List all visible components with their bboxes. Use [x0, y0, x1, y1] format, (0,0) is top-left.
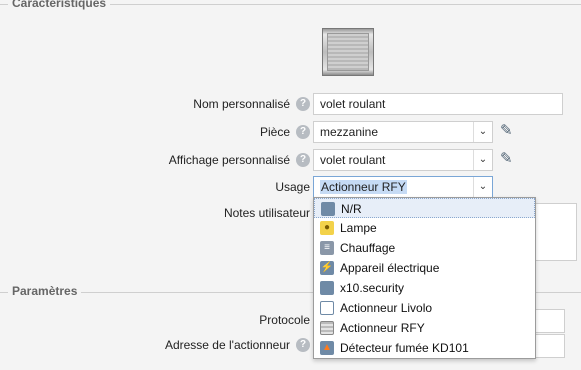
heater-icon: ≡: [320, 241, 334, 255]
chevron-down-icon[interactable]: ⌄: [473, 150, 492, 170]
help-icon[interactable]: ?: [296, 338, 310, 352]
display-select[interactable]: volet roulant ⌄: [313, 149, 493, 171]
help-icon[interactable]: ?: [296, 125, 310, 139]
usage-label: Usage: [275, 180, 310, 194]
usage-select[interactable]: Actionneur RFY ⌄: [313, 176, 493, 198]
protocol-label: Protocole: [259, 313, 310, 327]
room-select[interactable]: mezzanine ⌄: [313, 121, 493, 143]
chevron-down-icon[interactable]: ⌄: [473, 177, 492, 197]
parameters-legend: Paramètres: [8, 284, 82, 298]
fire-icon: ▲: [320, 341, 334, 355]
option-label: Actionneur Livolo: [340, 301, 433, 315]
characteristics-legend: Caractéristiques: [8, 0, 111, 10]
name-label: Nom personnalisé: [193, 97, 290, 111]
characteristics-fieldset: Caractéristiques: [0, 0, 581, 10]
help-icon[interactable]: ?: [296, 153, 310, 167]
notes-label: Notes utilisateur: [223, 206, 310, 220]
edit-pencil-icon[interactable]: ✎: [500, 123, 516, 139]
option-label: Chauffage: [340, 241, 396, 255]
generic-device-icon: [320, 281, 334, 295]
usage-dropdown-list[interactable]: N/R ● Lampe ≡ Chauffage ⚡ Appareil élect…: [313, 197, 536, 359]
option-label: Actionneur RFY: [340, 321, 425, 335]
dropdown-option[interactable]: Actionneur RFY: [314, 318, 535, 338]
option-label: x10.security: [340, 281, 405, 295]
help-icon[interactable]: ?: [296, 97, 310, 111]
edit-pencil-icon[interactable]: ✎: [500, 151, 516, 167]
dropdown-option[interactable]: N/R: [314, 198, 535, 218]
dropdown-option[interactable]: ▲ Détecteur fumée KD101: [314, 338, 535, 358]
option-label: N/R: [341, 202, 362, 216]
chevron-down-icon[interactable]: ⌄: [473, 122, 492, 142]
room-label: Pièce: [259, 125, 290, 139]
option-label: Détecteur fumée KD101: [340, 341, 469, 355]
dropdown-option[interactable]: ≡ Chauffage: [314, 238, 535, 258]
display-select-value: volet roulant: [320, 153, 386, 167]
shutter-device-image: [322, 28, 374, 76]
display-label: Affichage personnalisé: [168, 153, 290, 167]
dropdown-option[interactable]: x10.security: [314, 278, 535, 298]
usage-select-value: Actionneur RFY: [320, 180, 407, 194]
dropdown-option[interactable]: Actionneur Livolo: [314, 298, 535, 318]
address-label: Adresse de l'actionneur: [164, 338, 290, 352]
option-label: Appareil électrique: [340, 261, 440, 275]
dropdown-option[interactable]: ⚡ Appareil électrique: [314, 258, 535, 278]
lamp-icon: ●: [320, 221, 334, 235]
shutter-icon: [320, 321, 334, 335]
switch-icon: [320, 301, 334, 315]
generic-device-icon: [321, 202, 335, 216]
room-select-value: mezzanine: [320, 125, 379, 139]
dropdown-option[interactable]: ● Lampe: [314, 218, 535, 238]
option-label: Lampe: [340, 221, 377, 235]
name-input[interactable]: volet roulant: [313, 93, 563, 115]
plug-icon: ⚡: [320, 261, 334, 275]
